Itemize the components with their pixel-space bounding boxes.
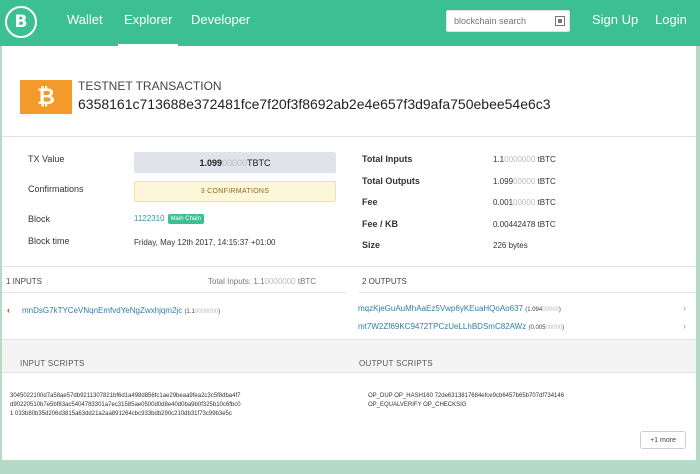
tx-value-label: TX Value bbox=[28, 154, 65, 164]
chevron-right-icon[interactable]: › bbox=[683, 303, 686, 313]
input-script-text: 3045022100d7a58ae57db9211307821bf6d1a498… bbox=[10, 393, 241, 417]
block-time-value: Friday, May 12th 2017, 14:15:37 +01:00 bbox=[134, 238, 276, 247]
inputs-total: Total Inputs: 1.10000000 tBTC bbox=[208, 277, 317, 286]
output-script-text: OP_DUP OP_HASH160 72de6313817684efce9cb6… bbox=[368, 393, 565, 408]
total-inputs-label: Total Inputs bbox=[362, 154, 413, 164]
fee-value: 0.00100000 tBTC bbox=[493, 198, 556, 207]
tx-value-main: 1.099 bbox=[199, 157, 222, 168]
logo-icon[interactable]: B bbox=[5, 6, 37, 38]
nav-developer[interactable]: Developer bbox=[191, 12, 250, 27]
signup-link[interactable]: Sign Up bbox=[592, 12, 638, 27]
total-inputs-value: 1.10000000 tBTC bbox=[493, 155, 556, 164]
bitcoin-icon: ₿ bbox=[20, 80, 72, 114]
block-value: 1122310 Main Chain bbox=[134, 214, 204, 224]
main-chain-badge: Main Chain bbox=[167, 214, 204, 224]
total-outputs-label: Total Outputs bbox=[362, 176, 420, 186]
divider bbox=[2, 266, 696, 267]
output-address-row[interactable]: mt7W2Zf69KC9472TPCzUeLLhBDSmC82AWz (0.00… bbox=[358, 322, 564, 331]
block-time-label: Block time bbox=[28, 236, 70, 246]
nav-wallet[interactable]: Wallet bbox=[67, 12, 103, 27]
tx-value-dim: 00000 bbox=[222, 157, 248, 168]
fee-kb-label: Fee / KB bbox=[362, 219, 399, 229]
confirmations-label: Confirmations bbox=[28, 184, 84, 194]
total-outputs-value: 1.09900000 tBTC bbox=[493, 177, 556, 186]
input-address-row[interactable]: mnDsG7kTYCeVNqnEmfvdYeNgZwxhjqm2jc (1.10… bbox=[22, 306, 220, 315]
output-address-row[interactable]: mqzKjeGuAuMhAaEz5Vwp6yKEuaHQoAo637 (1.09… bbox=[358, 304, 561, 313]
search-box[interactable] bbox=[446, 10, 570, 32]
inputs-header: 1 INPUTS bbox=[6, 277, 43, 286]
more-outputs-button[interactable]: +1 more bbox=[640, 431, 686, 449]
search-input[interactable] bbox=[447, 11, 543, 31]
size-label: Size bbox=[362, 240, 381, 250]
divider bbox=[2, 292, 347, 293]
outputs-header: 2 OUTPUTS bbox=[362, 277, 407, 286]
search-icon[interactable] bbox=[555, 16, 565, 26]
input-scripts-header: INPUT SCRIPTS bbox=[20, 359, 85, 368]
fee-kb-value: 0.00442478 tBTC bbox=[493, 220, 556, 229]
transaction-hash: 6358161c713688e372481fce7f20f3f8692ab2e4… bbox=[78, 96, 551, 112]
scripts-header-bar bbox=[2, 339, 696, 373]
login-link[interactable]: Login bbox=[655, 12, 687, 27]
output-scripts-header: OUTPUT SCRIPTS bbox=[359, 359, 433, 368]
size-value: 226 bytes bbox=[493, 241, 528, 250]
block-link[interactable]: 1122310 bbox=[134, 214, 165, 223]
fee-label: Fee bbox=[362, 197, 378, 207]
top-navbar: B Wallet Explorer Developer Sign Up Logi… bbox=[0, 0, 700, 46]
confirmations-badge: 3 CONFIRMATIONS bbox=[134, 181, 336, 202]
block-label: Block bbox=[28, 214, 51, 224]
divider bbox=[2, 136, 696, 137]
chevron-right-icon[interactable]: › bbox=[683, 321, 686, 331]
transaction-type: TESTNET TRANSACTION bbox=[78, 79, 222, 93]
tx-value-box: 1.099 00000 TBTC bbox=[134, 152, 336, 173]
divider bbox=[359, 292, 696, 293]
tx-value-unit: TBTC bbox=[247, 157, 271, 168]
transaction-card: ₿ TESTNET TRANSACTION 6358161c713688e372… bbox=[2, 46, 696, 460]
chevron-left-icon[interactable]: ‹ bbox=[7, 305, 10, 315]
nav-explorer[interactable]: Explorer bbox=[124, 12, 172, 27]
